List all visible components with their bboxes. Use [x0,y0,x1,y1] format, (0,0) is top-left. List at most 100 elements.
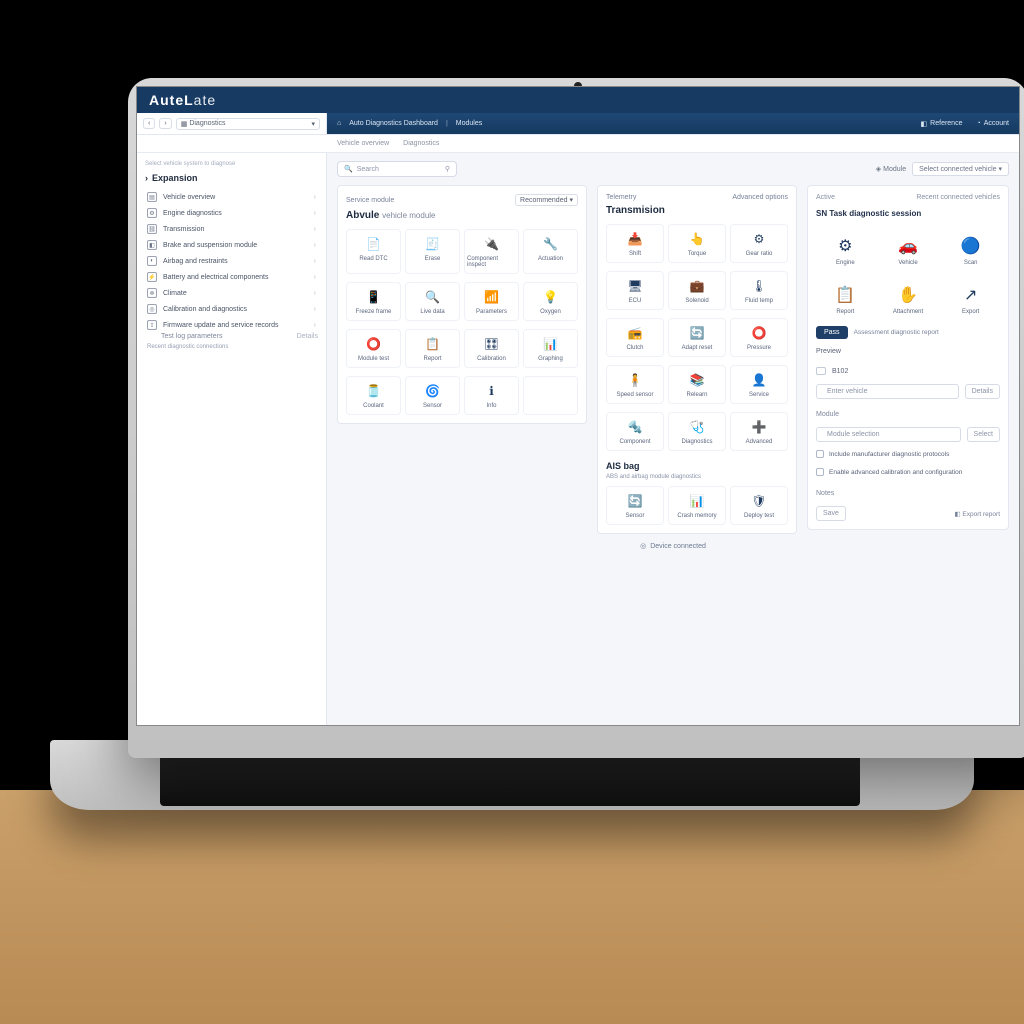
toolbar-label: ◈ Module [876,165,906,173]
option-checkbox[interactable]: Enable advanced calibration and configur… [816,468,1000,476]
sidebar-section-header[interactable]: › Expansion [145,173,318,183]
module-dropdown[interactable]: ▦ Diagnostics ▾ [176,118,320,130]
sidebar-item[interactable]: ⛓Transmission› [145,221,318,237]
component-icon: 🔩 [626,418,644,436]
feature-tile[interactable]: 🔄Adapt reset [668,318,726,357]
feature-tile[interactable]: 🔩Component [606,412,664,451]
sidebar-item[interactable]: ⇪Firmware update and service records› [145,317,318,333]
feature-tile[interactable] [523,376,578,415]
chevron-down-icon: ▾ [311,120,315,128]
sidebar-item[interactable]: ◐Airbag and restraints› [145,253,318,269]
search-input[interactable]: 🔍 Search ⚲ [337,161,457,177]
feature-tile[interactable]: 🔌Component inspect [464,229,519,274]
feature-tile[interactable]: 🛡Deploy test [730,486,788,525]
feature-tile[interactable]: 📋Report [405,329,460,368]
feature-tile[interactable]: 🌀Sensor [405,376,460,415]
feature-tile[interactable]: 📋Report [816,279,875,320]
export-link[interactable]: ◧ Export report [954,510,1000,518]
export-icon: ↗ [960,284,982,306]
feature-tile[interactable]: ⭕Pressure [730,318,788,357]
module-icon: ❄ [147,288,157,298]
feature-tile[interactable]: 🔵Scan [941,230,1000,271]
feature-tile[interactable]: 🚗Vehicle [879,230,938,271]
feature-tile[interactable]: 👤Service [730,365,788,404]
feature-tile[interactable]: ➕Advanced [730,412,788,451]
details-button[interactable]: Details [965,384,1000,399]
module-icon: ⇪ [147,320,157,330]
ecu-icon: 🖥 [626,277,644,295]
feature-tile[interactable]: 💡Oxygen [523,282,578,321]
chevron-right-icon: › [314,210,316,217]
pass-button[interactable]: Pass [816,326,848,339]
solenoid-icon: 💼 [688,277,706,295]
tile-icon [542,382,560,400]
attachment-icon: ✋ [897,284,919,306]
module-icon: ◧ [147,240,157,250]
save-button[interactable]: Save [816,506,846,521]
sidebar-item[interactable]: ▤Vehicle overview› [145,189,318,205]
feature-tile[interactable]: 📻Clutch [606,318,664,357]
feature-tile[interactable]: ⚙Gear ratio [730,224,788,263]
feature-tile[interactable]: 📥Shift [606,224,664,263]
feature-tile[interactable]: ℹInfo [464,376,519,415]
home-icon: ⌂ [337,120,341,127]
sidebar-item[interactable]: ⚡Battery and electrical components› [145,269,318,285]
nav-back-button[interactable]: ‹ [143,118,155,129]
feature-tile[interactable]: 👆Torque [668,224,726,263]
feature-tile[interactable]: 🔍Live data [405,282,460,321]
module-select-input[interactable]: Module selection [816,427,961,442]
clutch-icon: 📻 [626,324,644,342]
sidebar-item[interactable]: ◎Calibration and diagnostics› [145,301,318,317]
topnav-account-link[interactable]: ◔Account [976,120,1009,127]
option-checkbox[interactable]: Include manufacturer diagnostic protocol… [816,450,1000,458]
feature-tile[interactable]: 🎛Calibration [464,329,519,368]
feature-tile[interactable]: 🩺Diagnostics [668,412,726,451]
sub-nav: Vehicle overview Diagnostics [137,135,1019,153]
chevron-right-icon: › [314,226,316,233]
sidebar-item[interactable]: ⚙Engine diagnostics› [145,205,318,221]
module-icon: ◐ [147,256,157,266]
breadcrumb[interactable]: Modules [456,120,482,127]
device-status: ◎ Device connected [337,542,1009,550]
recommended-dropdown[interactable]: Recommended ▾ [515,194,578,206]
module-icon: ⛓ [147,224,157,234]
panel-caption: Service module [346,197,394,204]
feature-tile[interactable]: 🌡Fluid temp [730,271,788,310]
feature-tile[interactable]: 📶Parameters [464,282,519,321]
feature-tile[interactable]: 🖥ECU [606,271,664,310]
feature-tile[interactable]: 🧾Erase [405,229,460,274]
select-button[interactable]: Select [967,427,1000,442]
feature-tile[interactable]: 📄Read DTC [346,229,401,274]
read-dtc-icon: 📄 [365,235,383,253]
vehicle-select-dropdown[interactable]: Select connected vehicle ▾ [912,162,1009,176]
feature-tile[interactable]: 🔄Sensor [606,486,664,525]
nav-fwd-button[interactable]: › [159,118,171,129]
feature-tile[interactable]: 📊Graphing [523,329,578,368]
breadcrumb[interactable]: Auto Diagnostics Dashboard [349,120,438,127]
chevron-right-icon: › [145,173,148,183]
topnav-reference-link[interactable]: ◧Reference [921,120,963,128]
feature-tile[interactable]: ⚙Engine [816,230,875,271]
subnav-item[interactable]: Vehicle overview [337,140,389,147]
feature-tile[interactable]: 💼Solenoid [668,271,726,310]
feature-tile[interactable]: 📊Crash memory [668,486,726,525]
sidebar-subitem[interactable]: Test log parametersDetails [145,333,318,340]
feature-tile[interactable]: ↗Export [941,279,1000,320]
crash-memory-icon: 📊 [688,492,706,510]
relearn-icon: 📚 [688,371,706,389]
feature-tile[interactable]: ✋Attachment [879,279,938,320]
chevron-right-icon: › [314,274,316,281]
feature-tile[interactable]: 📚Relearn [668,365,726,404]
sidebar-item[interactable]: ◧Brake and suspension module› [145,237,318,253]
vehicle-input[interactable]: Enter vehicle [816,384,959,399]
feature-tile[interactable]: 🧍Speed sensor [606,365,664,404]
feature-tile[interactable]: ⭕Module test [346,329,401,368]
feature-tile[interactable]: 🔧Actuation [523,229,578,274]
feature-tile[interactable]: 🫙Coolant [346,376,401,415]
sidebar-item[interactable]: ❄Climate› [145,285,318,301]
calibration-icon: 🎛 [483,335,501,353]
feature-tile[interactable]: 📱Freeze frame [346,282,401,321]
subnav-item[interactable]: Diagnostics [403,140,439,147]
adapt-reset-icon: 🔄 [688,324,706,342]
top-row: ‹ › ▦ Diagnostics ▾ ⌂ Auto Diagnostics D… [137,113,1019,135]
